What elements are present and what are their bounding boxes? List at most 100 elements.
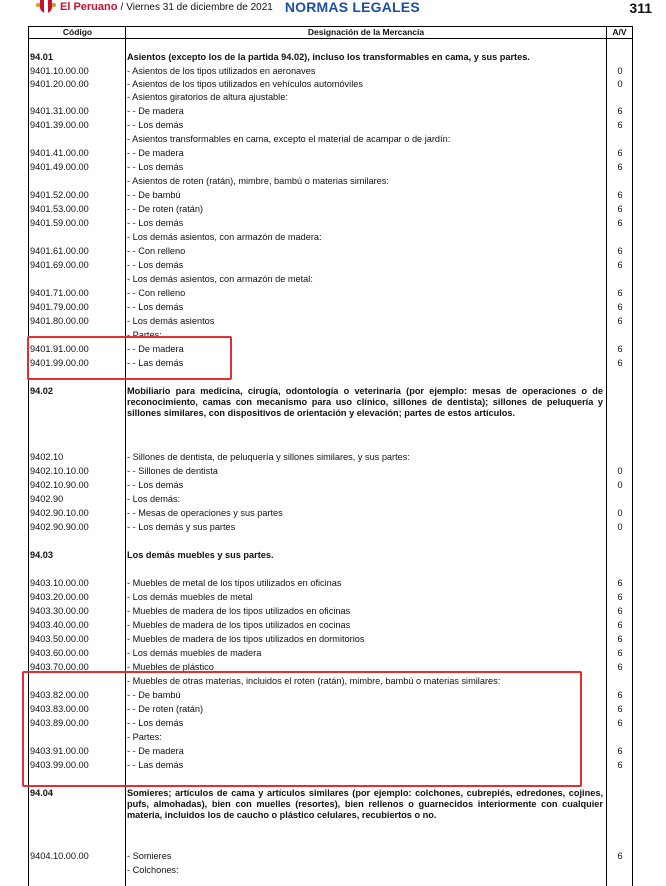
row-av-rate: 6: [617, 358, 623, 368]
row-code: 94.02: [30, 386, 53, 396]
row-designation: - Muebles de madera de los tipos utiliza…: [127, 606, 351, 616]
row-designation: - - De roten (ratán): [127, 204, 204, 214]
row-designation: - Asientos de los tipos utilizados en ae…: [127, 66, 316, 76]
row-designation: - Asientos transformables en cama, excep…: [127, 134, 451, 144]
row-av-rate: 6: [617, 120, 623, 130]
row-code: 9403.50.00.00: [30, 634, 89, 644]
column-header-designation: Designación de la Mercancía: [307, 27, 425, 37]
row-code: 9404.10.00.00: [30, 851, 89, 861]
row-av-rate: 6: [617, 190, 623, 200]
row-code: 9401.10.00.00: [30, 66, 89, 76]
row-designation: - - De madera: [127, 148, 184, 158]
row-designation: - - Los demás: [127, 120, 184, 130]
row-av-rate: 0: [617, 466, 623, 476]
row-designation: - Los demás asientos: [127, 316, 215, 326]
row-code: 9401.69.00.00: [30, 260, 89, 270]
column-header-av: A/V: [612, 27, 627, 37]
row-av-rate: 0: [617, 522, 623, 532]
publication-date: Viernes 31 de diciembre de 2021: [126, 1, 273, 13]
row-code: 9401.20.00.00: [30, 79, 89, 89]
highlight-box: [27, 336, 232, 380]
row-code: 9401.41.00.00: [30, 148, 89, 158]
row-code: 94.01: [30, 52, 53, 62]
row-code: 9401.39.00.00: [30, 120, 89, 130]
row-code: 9403.40.00.00: [30, 620, 89, 630]
row-av-rate: 0: [617, 480, 623, 490]
row-code: 9403.60.00.00: [30, 648, 89, 658]
row-code: 9402.90: [30, 494, 64, 504]
row-designation: - - Los demás: [127, 260, 184, 270]
row-designation: - - De madera: [127, 106, 184, 116]
row-code: 9403.30.00.00: [30, 606, 89, 616]
row-code: 9401.61.00.00: [30, 246, 89, 256]
row-av-rate: 6: [617, 288, 623, 298]
row-code: 9401.80.00.00: [30, 316, 89, 326]
row-code: 9402.10: [30, 452, 64, 462]
row-designation: - Asientos de los tipos utilizados en ve…: [127, 79, 363, 89]
row-code: 94.04: [30, 788, 53, 798]
row-designation: - Asientos de roten (ratán), mimbre, bam…: [127, 176, 389, 186]
row-designation: Los demás muebles y sus partes.: [127, 550, 274, 560]
row-designation: - - De bambú: [127, 190, 181, 200]
row-av-rate: 6: [617, 718, 623, 728]
row-code: 9401.59.00.00: [30, 218, 89, 228]
row-designation: Asientos (excepto los de la partida 94.0…: [127, 52, 530, 62]
row-av-rate: 6: [617, 578, 623, 588]
row-av-rate: 6: [617, 648, 623, 658]
column-header-code: Código: [62, 27, 93, 37]
page-number: 311: [629, 0, 652, 16]
row-code: 9401.49.00.00: [30, 162, 89, 172]
row-designation: Mobiliario para medicina, cirugía, odont…: [127, 386, 603, 418]
row-code: 9401.71.00.00: [30, 288, 89, 298]
row-av-rate: 6: [617, 704, 623, 714]
row-av-rate: 6: [617, 148, 623, 158]
row-designation: - - Los demás: [127, 162, 184, 172]
row-av-rate: 6: [617, 246, 623, 256]
row-designation: - - Los demás: [127, 480, 184, 490]
row-av-rate: 6: [617, 106, 623, 116]
row-designation: - Los demás muebles de madera: [127, 648, 262, 658]
row-designation: - Muebles de madera de los tipos utiliza…: [127, 634, 365, 644]
row-designation: - Los demás asientos, con armazón de met…: [127, 274, 313, 284]
row-code: 94.03: [30, 550, 53, 560]
row-designation: - - Con relleno: [127, 246, 186, 256]
row-designation: - - Los demás: [127, 218, 184, 228]
row-av-rate: 6: [617, 851, 623, 861]
row-designation: - Colchones:: [127, 865, 179, 875]
row-av-rate: 6: [617, 760, 623, 770]
header-separator: /: [120, 1, 124, 13]
row-av-rate: 6: [617, 592, 623, 602]
row-designation: Somieres; artículos de cama y artículos …: [127, 788, 603, 820]
row-designation: - Los demás asientos, con armazón de mad…: [127, 232, 322, 242]
table-header: Código Designación de la Mercancía A/V: [29, 27, 632, 39]
row-code: 9402.90.10.00: [30, 508, 89, 518]
row-av-rate: 6: [617, 162, 623, 172]
newspaper-name: El Peruano: [60, 1, 118, 13]
row-designation: - Somieres: [127, 851, 172, 861]
row-code: 9401.79.00.00: [30, 302, 89, 312]
row-av-rate: 6: [617, 344, 623, 354]
row-designation: - - Los demás: [127, 302, 184, 312]
row-av-rate: 6: [617, 662, 623, 672]
row-av-rate: 6: [617, 606, 623, 616]
row-designation: - Los demás:: [127, 494, 181, 504]
row-av-rate: 6: [617, 218, 623, 228]
row-av-rate: 6: [617, 260, 623, 270]
row-designation: - Los demás muebles de metal: [127, 592, 253, 602]
row-av-rate: 0: [617, 66, 623, 76]
row-designation: - Muebles de madera de los tipos utiliza…: [127, 620, 351, 630]
row-av-rate: 6: [617, 302, 623, 312]
row-av-rate: 6: [617, 204, 623, 214]
row-av-rate: 6: [617, 634, 623, 644]
row-code: 9401.31.00.00: [30, 106, 89, 116]
row-designation: - - Los demás y sus partes: [127, 522, 236, 532]
row-av-rate: 0: [617, 508, 623, 518]
section-title: NORMAS LEGALES: [284, 0, 420, 15]
row-code: 9403.10.00.00: [30, 578, 89, 588]
row-code: 9401.52.00.00: [30, 190, 89, 200]
row-designation: - - Con relleno: [127, 288, 186, 298]
row-designation: - Sillones de dentista, de peluquería y …: [127, 452, 410, 462]
row-av-rate: 6: [617, 620, 623, 630]
row-code: 9402.90.90.00: [30, 522, 89, 532]
row-code: 9403.20.00.00: [30, 592, 89, 602]
